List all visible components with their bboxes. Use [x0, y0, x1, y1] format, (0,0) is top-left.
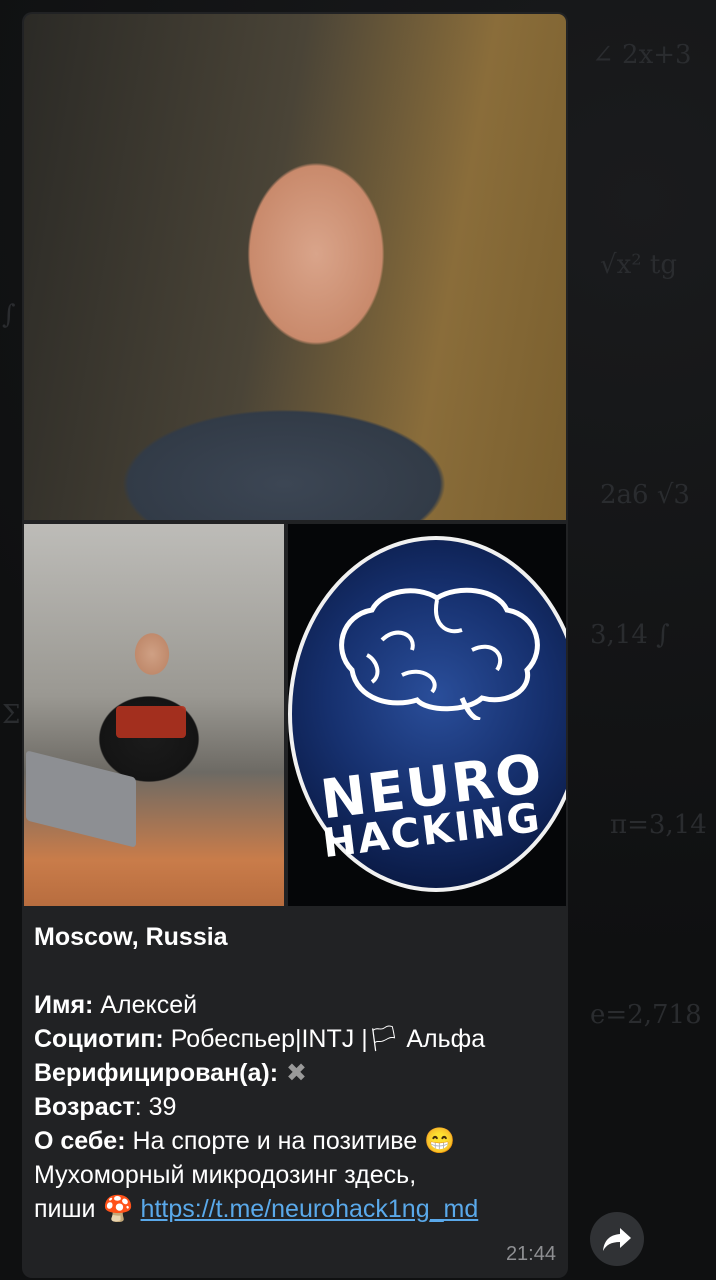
shirt-print [116, 706, 186, 738]
share-button[interactable] [590, 1212, 644, 1266]
location-text: Moscow, Russia [34, 923, 228, 951]
message-caption: Moscow, Russia Имя: Алексей Социотип: Ро… [34, 920, 554, 1226]
age-value: : 39 [134, 1093, 177, 1121]
name-value: Алексей [93, 991, 198, 1019]
about-row: О себе: На спорте и на позитиве 😁 [34, 1124, 554, 1158]
photo-with-laptop[interactable] [24, 524, 284, 906]
doodle-math: π=3,14 [610, 810, 707, 840]
doodle-math: Σ [2, 700, 21, 730]
brain-icon [339, 587, 540, 720]
verified-row: Верифицирован(а): ✖ [34, 1056, 554, 1090]
sociotype-row: Социотип: Робеспьер|INTJ |🏳 Альфа [34, 1022, 554, 1056]
age-row: Возраст: 39 [34, 1090, 554, 1124]
sociotype-value: Робеспьер|INTJ |🏳 Альфа [163, 1025, 486, 1053]
sociotype-label: Социотип: [34, 1025, 164, 1053]
message-bubble[interactable]: NEURO HACKING Moscow, Russia Имя: Алексе… [22, 12, 568, 1278]
about-line-3: пиши 🍄 https://t.me/neurohack1ng_md [34, 1192, 554, 1226]
logo-circle: NEURO HACKING [288, 536, 566, 892]
doodle-math: 2a6 √3 [600, 480, 690, 510]
verified-label: Верифицирован(а): [34, 1059, 279, 1087]
about-label: О себе: [34, 1127, 126, 1155]
share-arrow-icon [603, 1228, 631, 1251]
about-value: На спорте и на позитиве 😁 [125, 1127, 456, 1155]
name-label: Имя: [34, 991, 94, 1019]
name-row: Имя: Алексей [34, 988, 554, 1022]
laptop [26, 750, 136, 848]
cross-icon: ✖ [286, 1059, 307, 1087]
doodle-math: ∫ [2, 300, 16, 330]
photo-neurohacking-logo[interactable]: NEURO HACKING [288, 524, 566, 906]
about-line-3-prefix: пиши 🍄 [34, 1195, 141, 1223]
message-time: 21:44 [505, 1243, 556, 1265]
doodle-math: 3,14 ∫ [590, 620, 670, 650]
channel-link[interactable]: https://t.me/neurohack1ng_md [141, 1195, 479, 1223]
about-line-2: Мухоморный микродозинг здесь, [34, 1161, 417, 1189]
age-label: Возраст [34, 1093, 135, 1121]
photo-portrait[interactable] [24, 14, 566, 520]
doodle-math: √x² tg [600, 250, 678, 280]
doodle-math: e=2,718 [590, 1000, 702, 1030]
doodle-math: ∠ 2x+3 [592, 40, 692, 70]
